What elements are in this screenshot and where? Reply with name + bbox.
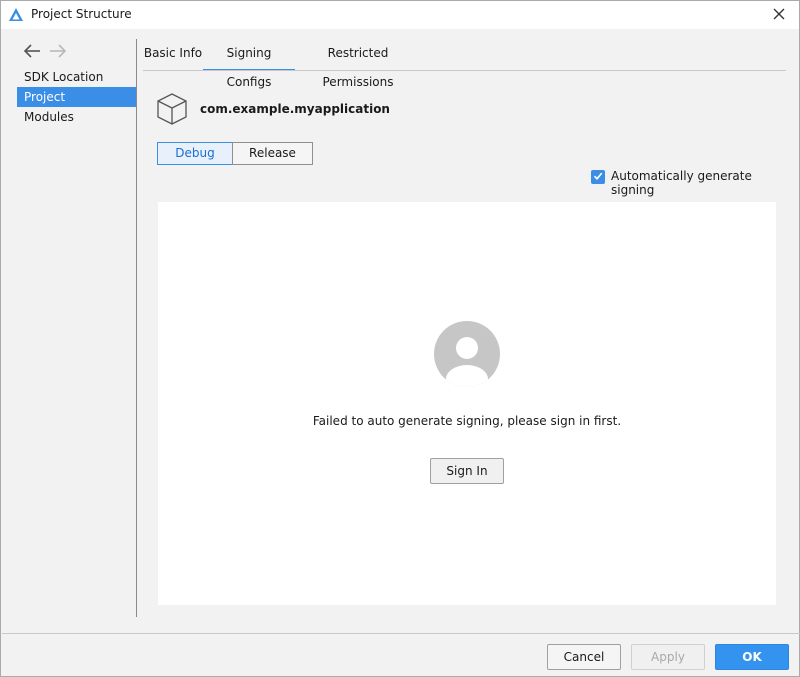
sidebar-item-sdk-location[interactable]: SDK Location (17, 67, 136, 87)
tab-basic-info[interactable]: Basic Info (143, 39, 203, 71)
apply-button[interactable]: Apply (631, 644, 705, 670)
cube-icon (156, 92, 188, 126)
auto-signing-label[interactable]: Automatically generate signing (611, 169, 799, 197)
sidebar: SDK Location Project Modules (1, 29, 136, 619)
close-button[interactable] (765, 3, 793, 27)
back-arrow-icon[interactable] (23, 44, 41, 58)
sidebar-item-modules[interactable]: Modules (17, 107, 136, 127)
tab-restricted-permissions[interactable]: Restricted Permissions (295, 39, 421, 89)
auto-signing-checkbox[interactable] (591, 170, 605, 184)
signing-panel: Failed to auto generate signing, please … (158, 202, 776, 605)
checkmark-icon (593, 170, 603, 184)
title-bar: Project Structure (1, 1, 799, 29)
debug-tab-button[interactable]: Debug (157, 142, 233, 165)
user-avatar-icon (434, 321, 500, 387)
forward-arrow-icon[interactable] (49, 44, 67, 58)
footer-divider (2, 633, 800, 634)
sidebar-item-label: Project (24, 90, 66, 104)
signing-error-message: Failed to auto generate signing, please … (312, 414, 622, 428)
release-tab-button[interactable]: Release (232, 142, 313, 165)
cancel-button[interactable]: Cancel (547, 644, 621, 670)
module-name: com.example.myapplication (200, 102, 390, 116)
sidebar-item-project[interactable]: Project (17, 87, 136, 107)
tab-signing-configs[interactable]: Signing Configs (203, 39, 295, 89)
sidebar-divider (136, 39, 137, 617)
sidebar-item-label: Modules (24, 110, 74, 124)
tab-divider (143, 70, 786, 71)
window-title: Project Structure (31, 7, 132, 21)
sidebar-item-label: SDK Location (24, 70, 104, 84)
close-icon (773, 8, 785, 23)
app-logo-icon (8, 7, 24, 23)
sign-in-button[interactable]: Sign In (430, 458, 504, 484)
ok-button[interactable]: OK (715, 644, 789, 670)
project-structure-dialog: Project Structure SDK Location Project M… (0, 0, 800, 677)
